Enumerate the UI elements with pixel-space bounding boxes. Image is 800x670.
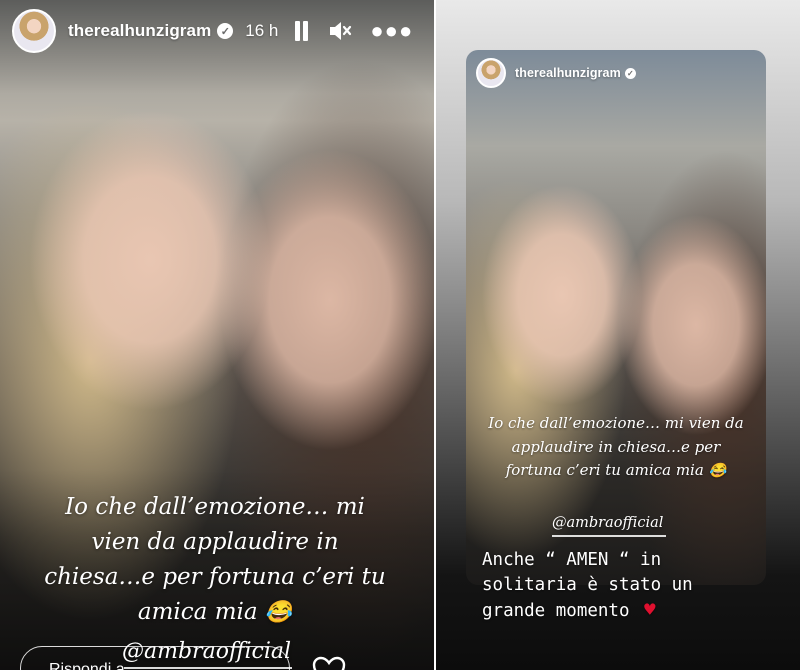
inner-caption-text: Io che dall’emozione… mi vien da applaud…: [488, 414, 744, 479]
story-viewer-left[interactable]: therealhunzigram ✓ 16 h ●●● Io che dall’…: [0, 0, 434, 670]
inner-story-username: therealhunzigram: [515, 66, 621, 80]
repost-line-1: Anche “ AMEN “ in: [482, 550, 662, 570]
mention-sticker[interactable]: @ambraofficial: [122, 639, 291, 664]
inner-story-header: therealhunzigram ✓: [476, 58, 636, 88]
repost-line-3: grande momento: [482, 601, 630, 621]
story-caption: Io che dall’emozione… mi vien da applaud…: [40, 490, 390, 630]
inner-mention-underline: [552, 535, 666, 537]
story-username[interactable]: therealhunzigram: [68, 21, 211, 41]
inner-profile-avatar: [476, 58, 506, 88]
profile-avatar[interactable]: [12, 9, 56, 53]
reposted-story-card[interactable]: therealhunzigram ✓ Io che dall’emozione……: [466, 50, 766, 585]
mute-icon: [330, 22, 352, 40]
mention-underline: [124, 667, 292, 669]
repost-caption: Anche “ AMEN “ in solitaria è stato un g…: [482, 548, 782, 624]
pause-icon: [292, 20, 310, 42]
laughing-emoji-icon: 😂: [264, 600, 293, 625]
red-heart-icon: ♥: [644, 599, 656, 621]
inner-laughing-emoji-icon: 😂: [708, 463, 727, 479]
more-options-icon[interactable]: ●●●: [370, 20, 413, 42]
inner-mention-sticker: @ambraofficial: [552, 515, 664, 531]
story-caption-text: Io che dall’emozione… mi vien da applaud…: [44, 494, 386, 625]
repost-line-3-wrap: grande momento ♥: [482, 598, 782, 624]
story-time: 16 h: [245, 21, 279, 40]
inner-story-caption: Io che dall’emozione… mi vien da applaud…: [486, 412, 746, 484]
inner-verified-badge-icon: ✓: [624, 67, 636, 79]
mute-button[interactable]: [328, 20, 352, 42]
repost-line-2: solitaria è stato un: [482, 575, 693, 595]
pause-button[interactable]: [292, 20, 310, 42]
verified-badge-icon: ✓: [217, 23, 234, 39]
heart-icon[interactable]: [312, 656, 346, 670]
story-header: therealhunzigram ✓ 16 h ●●●: [0, 0, 434, 62]
